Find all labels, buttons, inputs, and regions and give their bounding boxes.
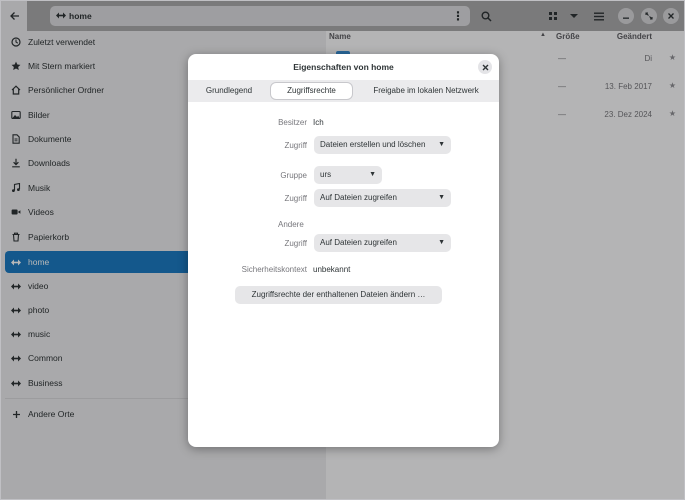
others-access-label: Zugriff xyxy=(284,239,307,248)
dialog-title: Eigenschaften von home xyxy=(293,62,394,72)
chevron-down-icon: ▼ xyxy=(438,239,445,246)
security-context-label: Sicherheitskontext xyxy=(241,265,307,274)
group-label: Gruppe xyxy=(280,171,307,180)
chevron-down-icon: ▼ xyxy=(369,171,376,178)
chevron-down-icon: ▼ xyxy=(438,194,445,201)
dialog-tab-bar: Grundlegend Zugriffsrechte Freigabe im l… xyxy=(188,80,499,102)
others-label: Andere xyxy=(278,220,304,229)
group-access-label: Zugriff xyxy=(284,194,307,203)
owner-access-dropdown[interactable]: Dateien erstellen und löschen ▼ xyxy=(314,136,451,154)
owner-access-label: Zugriff xyxy=(284,141,307,150)
close-icon xyxy=(482,64,488,70)
change-contained-permissions-button[interactable]: Zugriffsrechte der enthaltenen Dateien ä… xyxy=(235,286,442,304)
security-context-value: unbekannt xyxy=(313,265,351,274)
chevron-down-icon: ▼ xyxy=(438,141,445,148)
tab-permissions[interactable]: Zugriffsrechte xyxy=(271,83,352,99)
tab-local-network-share[interactable]: Freigabe im lokalen Netzwerk xyxy=(360,83,492,99)
group-value: urs xyxy=(320,170,332,179)
dialog-close-button[interactable] xyxy=(478,60,492,74)
owner-label: Besitzer xyxy=(278,118,307,127)
group-dropdown[interactable]: urs ▼ xyxy=(314,166,382,184)
group-access-dropdown[interactable]: Auf Dateien zugreifen ▼ xyxy=(314,189,451,207)
owner-access-value: Dateien erstellen und löschen xyxy=(320,140,426,149)
properties-dialog: Eigenschaften von home Grundlegend Zugri… xyxy=(188,54,499,447)
others-access-dropdown[interactable]: Auf Dateien zugreifen ▼ xyxy=(314,234,451,252)
owner-value: Ich xyxy=(313,118,324,127)
tab-basic[interactable]: Grundlegend xyxy=(194,83,264,99)
others-access-value: Auf Dateien zugreifen xyxy=(320,238,397,247)
file-manager-window: home ⋮ Zuletzt verwendet Mit Stern marki… xyxy=(0,0,685,500)
group-access-value: Auf Dateien zugreifen xyxy=(320,193,397,202)
